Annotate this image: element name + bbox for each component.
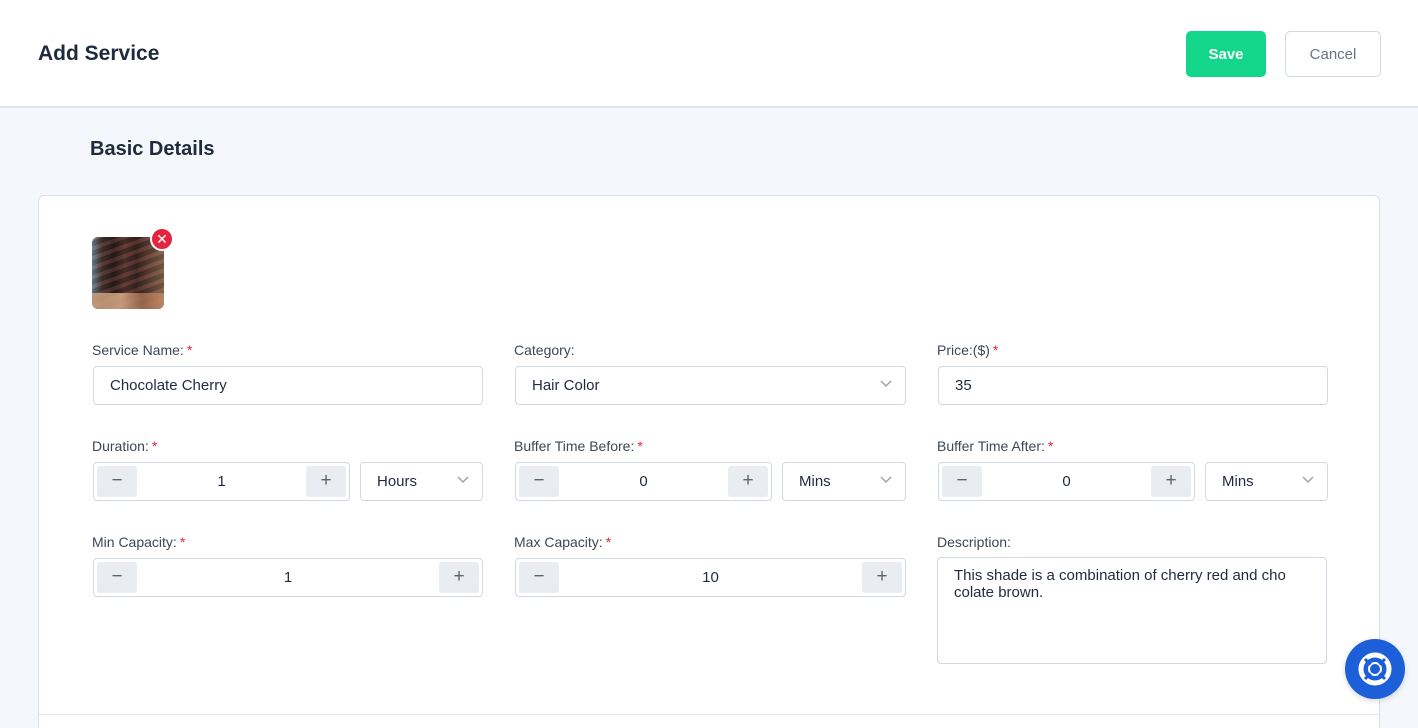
category-label: Category: xyxy=(514,342,575,358)
service-name-label: Service Name: * xyxy=(92,342,193,358)
buffer-after-plus-button[interactable]: + xyxy=(1151,466,1191,497)
chevron-down-icon xyxy=(1302,476,1314,484)
buffer-before-value[interactable]: 0 xyxy=(562,463,725,500)
duration-value[interactable]: 1 xyxy=(140,463,303,500)
buffer-after-minus-button[interactable]: − xyxy=(942,466,982,497)
top-bar: Add Service Save Cancel xyxy=(0,0,1418,108)
max-capacity-value[interactable]: 10 xyxy=(562,559,859,596)
duration-label: Duration: * xyxy=(92,438,158,454)
service-name-input[interactable]: Chocolate Cherry xyxy=(93,366,483,405)
price-input[interactable]: 35 xyxy=(938,366,1328,405)
buffer-after-label: Buffer Time After: * xyxy=(937,438,1054,454)
buffer-before-unit-select[interactable]: Mins xyxy=(782,462,906,501)
max-capacity-plus-button[interactable]: + xyxy=(862,562,902,593)
buffer-before-label: Buffer Time Before: * xyxy=(514,438,643,454)
buffer-after-unit-select[interactable]: Mins xyxy=(1205,462,1328,501)
close-icon[interactable]: ✕ xyxy=(150,227,174,251)
min-capacity-minus-button[interactable]: − xyxy=(97,562,137,593)
buffer-after-value[interactable]: 0 xyxy=(985,463,1148,500)
cancel-button[interactable]: Cancel xyxy=(1285,31,1381,77)
chevron-down-icon xyxy=(457,476,469,484)
min-capacity-value[interactable]: 1 xyxy=(140,559,436,596)
min-capacity-stepper: − 1 + xyxy=(93,558,483,597)
section-title: Basic Details xyxy=(90,138,215,160)
max-capacity-minus-button[interactable]: − xyxy=(519,562,559,593)
description-label: Description: xyxy=(937,534,1011,550)
min-capacity-plus-button[interactable]: + xyxy=(439,562,479,593)
chevron-down-icon xyxy=(880,476,892,484)
buffer-after-stepper: − 0 + xyxy=(938,462,1195,501)
category-value: Hair Color xyxy=(532,377,600,394)
category-select[interactable]: Hair Color xyxy=(515,366,906,405)
duration-plus-button[interactable]: + xyxy=(306,466,346,497)
chevron-down-icon xyxy=(880,380,892,388)
buffer-before-unit-value: Mins xyxy=(799,473,831,490)
max-capacity-label: Max Capacity: * xyxy=(514,534,612,550)
buffer-before-stepper: − 0 + xyxy=(515,462,772,501)
duration-unit-value: Hours xyxy=(377,473,418,490)
buffer-after-unit-value: Mins xyxy=(1222,473,1254,490)
duration-minus-button[interactable]: − xyxy=(97,466,137,497)
help-button[interactable] xyxy=(1345,639,1405,699)
price-label: Price:($) * xyxy=(937,342,999,358)
lifebuoy-icon xyxy=(1358,652,1392,686)
buffer-before-minus-button[interactable]: − xyxy=(519,466,559,497)
card-divider xyxy=(38,714,1380,715)
description-textarea[interactable]: This shade is a combination of cherry re… xyxy=(937,557,1327,664)
duration-stepper: − 1 + xyxy=(93,462,350,501)
buffer-before-plus-button[interactable]: + xyxy=(728,466,768,497)
save-button[interactable]: Save xyxy=(1186,31,1266,77)
min-capacity-label: Min Capacity: * xyxy=(92,534,186,550)
duration-unit-select[interactable]: Hours xyxy=(360,462,483,501)
max-capacity-stepper: − 10 + xyxy=(515,558,906,597)
page-title: Add Service xyxy=(38,42,160,65)
